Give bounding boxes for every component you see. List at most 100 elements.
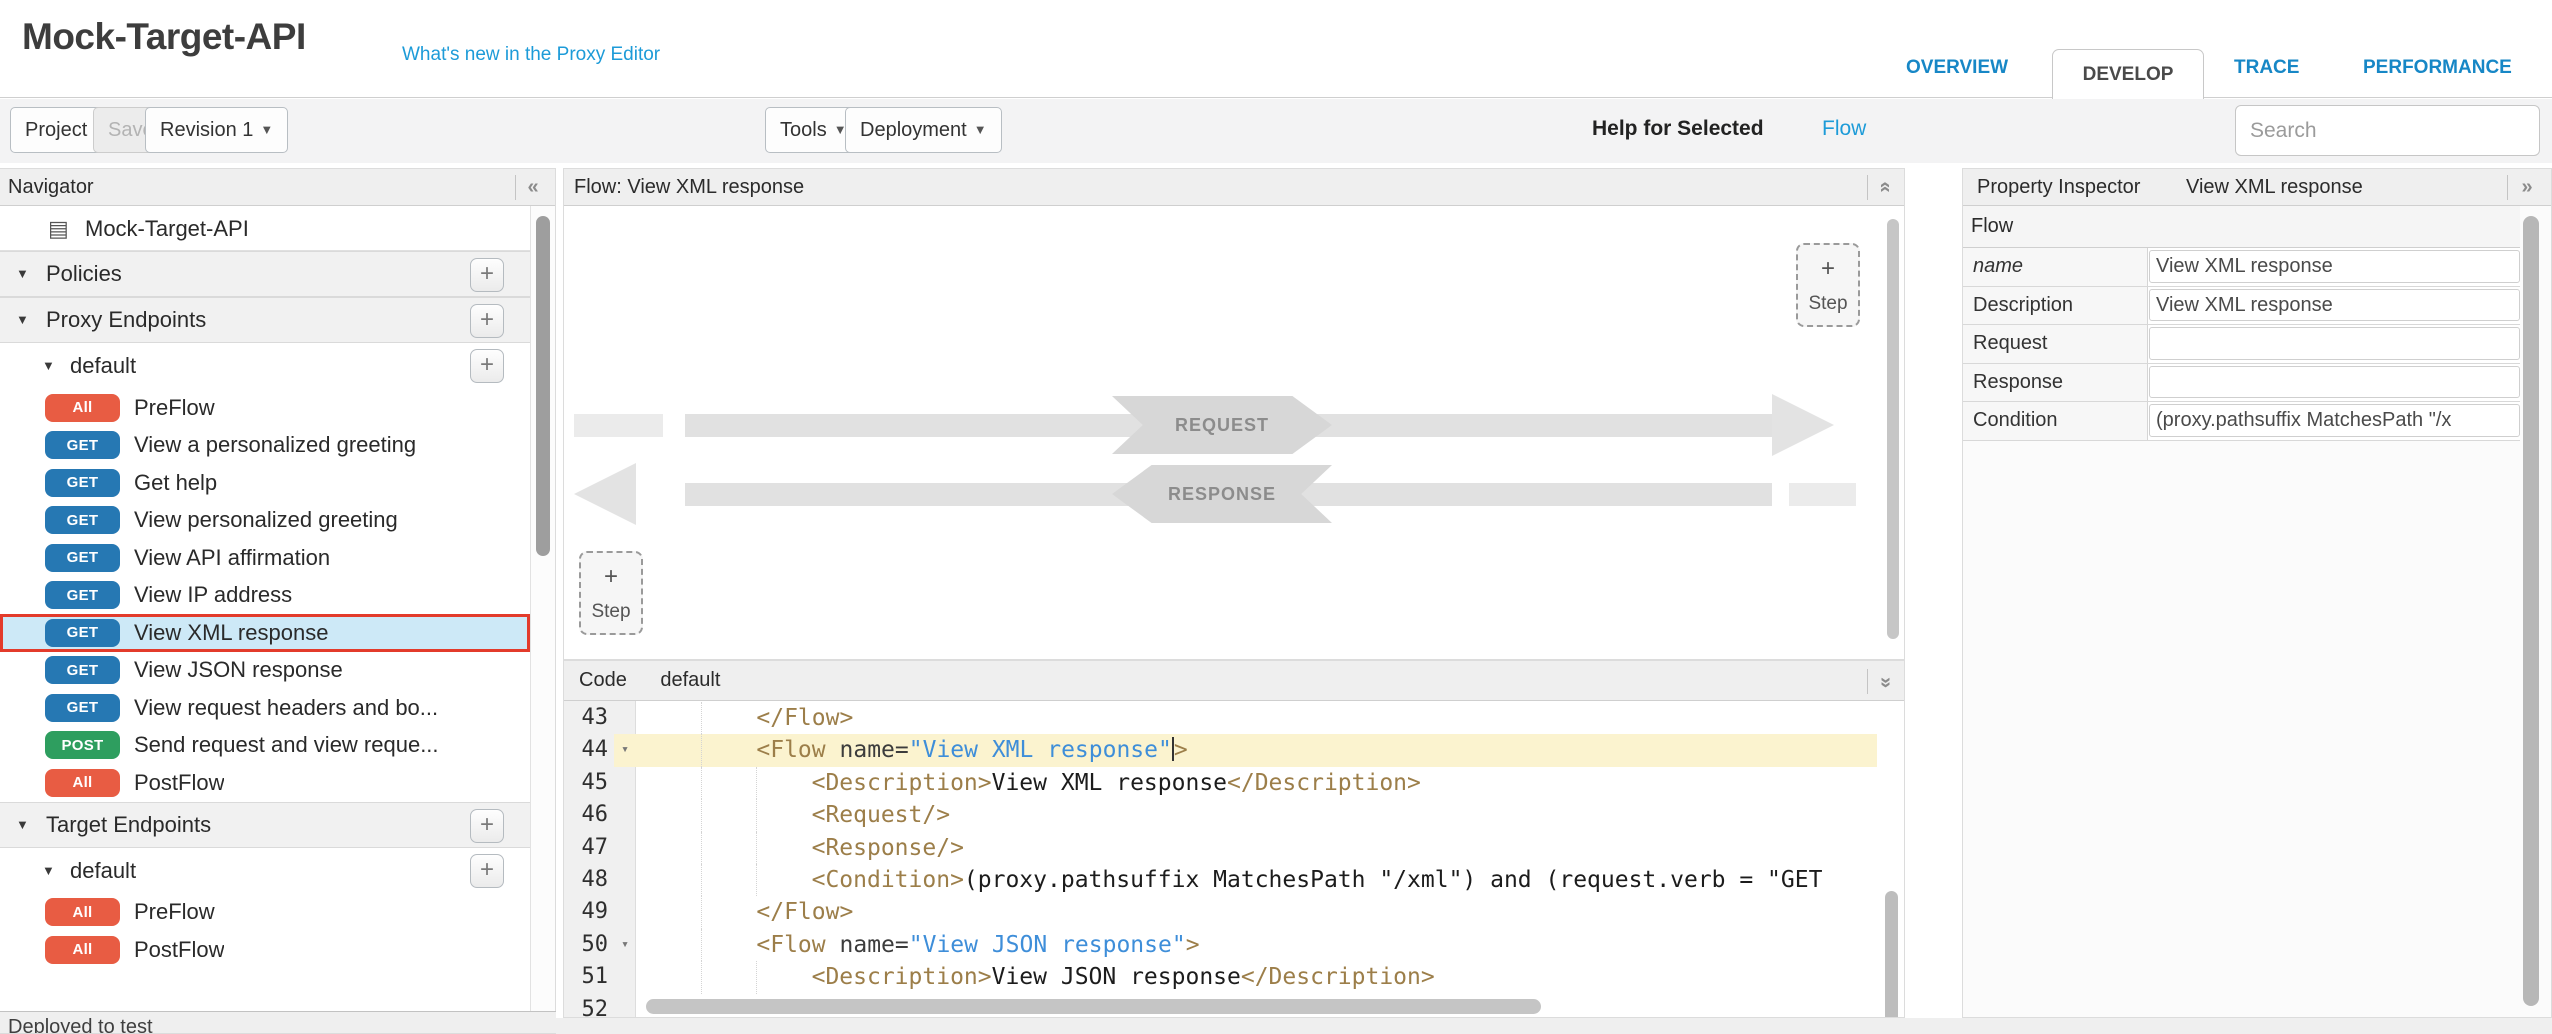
response-flow-segment: [1789, 483, 1856, 506]
help-for-selected-flow-link[interactable]: Flow: [1822, 117, 1866, 141]
property-value-input[interactable]: [2149, 366, 2520, 399]
code-token: <Condition>: [812, 867, 964, 893]
fold-arrow: [614, 961, 636, 993]
flow-scrollbar-thumb[interactable]: [1887, 219, 1899, 639]
add-flow-button[interactable]: +: [470, 349, 504, 383]
line-number: 45: [564, 767, 614, 799]
code-panel: Code default « 43</Flow>44▾<Flow name="V…: [563, 660, 1905, 1018]
property-inspector-subtitle: View XML response: [2186, 169, 2363, 205]
indent-guide: [701, 961, 702, 993]
property-label: Description: [1963, 287, 2148, 325]
section-target-endpoints[interactable]: ▼ Target Endpoints +: [0, 802, 530, 848]
code-horizontal-scrollbar-thumb[interactable]: [646, 999, 1541, 1014]
code-line[interactable]: 45<Description>View XML response</Descri…: [564, 767, 1877, 799]
add-flow-button[interactable]: +: [470, 854, 504, 888]
collapse-down-icon[interactable]: «: [1872, 663, 1900, 702]
code-line[interactable]: 48<Condition>(proxy.pathsuffix MatchesPa…: [564, 864, 1877, 896]
flow-item[interactable]: GETView XML response: [0, 614, 530, 652]
navigator-title: Navigator: [8, 176, 94, 198]
flow-panel: Flow: View XML response « + Step REQUEST: [563, 168, 1905, 660]
add-target-endpoint-button[interactable]: +: [470, 809, 504, 843]
property-rows: nameView XML responseDescriptionView XML…: [1963, 248, 2521, 441]
add-proxy-endpoint-button[interactable]: +: [470, 304, 504, 338]
code-line[interactable]: 47<Response/>: [564, 832, 1877, 864]
response-arrowhead-icon: [574, 463, 636, 525]
flow-item[interactable]: GETView JSON response: [0, 652, 530, 690]
method-badge: GET: [45, 431, 120, 459]
proxy-endpoint-default[interactable]: ▼ default +: [0, 343, 530, 389]
page-title: Mock-Target-API: [22, 16, 306, 58]
property-value-cell: (proxy.pathsuffix MatchesPath "/x: [2148, 402, 2521, 440]
section-label: Proxy Endpoints: [46, 298, 206, 342]
deployment-menu-button[interactable]: Deployment▼: [845, 107, 1002, 153]
property-value-cell: View XML response: [2148, 248, 2521, 286]
flow-item[interactable]: AllPostFlow: [0, 764, 530, 802]
code-token: "View JSON response": [909, 932, 1186, 958]
add-step-button[interactable]: + Step: [1796, 243, 1860, 327]
code-vertical-scrollbar-thumb[interactable]: [1885, 891, 1898, 1017]
code-token: View JSON response: [992, 964, 1241, 990]
fold-arrow[interactable]: ▾: [614, 734, 636, 766]
code-token: name: [840, 737, 895, 763]
flow-item[interactable]: POSTSend request and view reque...: [0, 727, 530, 765]
code-line[interactable]: 49</Flow>: [564, 896, 1877, 928]
property-value-input[interactable]: View XML response: [2149, 250, 2520, 283]
code-line[interactable]: 46<Request/>: [564, 799, 1877, 831]
method-badge: GET: [45, 544, 120, 572]
property-value-input[interactable]: [2149, 327, 2520, 360]
line-number: 52: [564, 994, 614, 1017]
divider: [515, 175, 516, 200]
flow-canvas: + Step REQUEST RESPONSE + Step: [564, 206, 1904, 659]
proxy-flow-list: AllPreFlowGETView a personalized greetin…: [0, 389, 530, 802]
code-line[interactable]: 51<Description>View JSON response</Descr…: [564, 961, 1877, 993]
flow-item[interactable]: GETView API affirmation: [0, 539, 530, 577]
tab-performance[interactable]: PERFORMANCE: [2363, 57, 2512, 79]
property-inspector-scrollbar[interactable]: [2520, 206, 2551, 1017]
property-value-input[interactable]: (proxy.pathsuffix MatchesPath "/x: [2149, 404, 2520, 437]
flow-item[interactable]: GETView request headers and bo...: [0, 689, 530, 727]
add-step-button[interactable]: + Step: [579, 551, 643, 635]
expand-panel-icon[interactable]: »: [2513, 169, 2541, 205]
flow-item[interactable]: AllPreFlow: [0, 894, 530, 932]
flow-item[interactable]: GETView IP address: [0, 577, 530, 615]
section-policies[interactable]: ▼ Policies +: [0, 251, 530, 297]
tab-overview[interactable]: OVERVIEW: [1906, 57, 2008, 79]
add-policy-button[interactable]: +: [470, 258, 504, 292]
property-inspector-panel: Property Inspector View XML response » F…: [1962, 168, 2552, 1018]
section-proxy-endpoints[interactable]: ▼ Proxy Endpoints +: [0, 297, 530, 343]
revision-menu-button[interactable]: Revision 1▼: [145, 107, 288, 153]
nav-root-item[interactable]: ▤ Mock-Target-API: [0, 206, 530, 251]
code-endpoint-tab[interactable]: default: [660, 669, 720, 691]
code-line[interactable]: 50▾<Flow name="View JSON response">: [564, 929, 1877, 961]
tab-develop[interactable]: DEVELOP: [2052, 49, 2204, 99]
code-line[interactable]: 44▾<Flow name="View XML response">: [564, 734, 1877, 766]
code-token: [826, 932, 840, 958]
flow-item[interactable]: AllPostFlow: [0, 931, 530, 969]
flow-label: Send request and view reque...: [134, 732, 439, 758]
fold-arrow[interactable]: ▾: [614, 929, 636, 961]
navigator-header: Navigator «: [0, 169, 555, 206]
collapse-panel-icon[interactable]: «: [519, 169, 547, 205]
expand-up-icon[interactable]: «: [1872, 169, 1900, 205]
code-line-content: <Description>View JSON response</Descrip…: [636, 961, 1877, 993]
indent-guide: [701, 702, 702, 734]
flow-item[interactable]: GETView personalized greeting: [0, 502, 530, 540]
code-panel-header: Code default «: [564, 661, 1904, 701]
scrollbar-thumb[interactable]: [2523, 216, 2539, 1006]
property-row: Condition(proxy.pathsuffix MatchesPath "…: [1963, 402, 2521, 441]
deployment-status-text: Deployed to test: [8, 1016, 556, 1033]
tab-trace[interactable]: TRACE: [2234, 57, 2299, 79]
search-input[interactable]: [2235, 105, 2540, 156]
code-line[interactable]: 43</Flow>: [564, 702, 1877, 734]
flow-item[interactable]: AllPreFlow: [0, 389, 530, 427]
scrollbar-thumb[interactable]: [536, 216, 550, 556]
flow-item[interactable]: GETGet help: [0, 464, 530, 502]
property-value-input[interactable]: View XML response: [2149, 289, 2520, 322]
flow-item[interactable]: GETView a personalized greeting: [0, 427, 530, 465]
target-endpoint-default[interactable]: ▼ default +: [0, 848, 530, 894]
property-label: Response: [1963, 364, 2148, 402]
property-label: Condition: [1963, 402, 2148, 440]
whats-new-link[interactable]: What's new in the Proxy Editor: [402, 44, 660, 66]
navigator-scrollbar[interactable]: [530, 206, 555, 1033]
code-editor[interactable]: 43</Flow>44▾<Flow name="View XML respons…: [564, 701, 1904, 1017]
